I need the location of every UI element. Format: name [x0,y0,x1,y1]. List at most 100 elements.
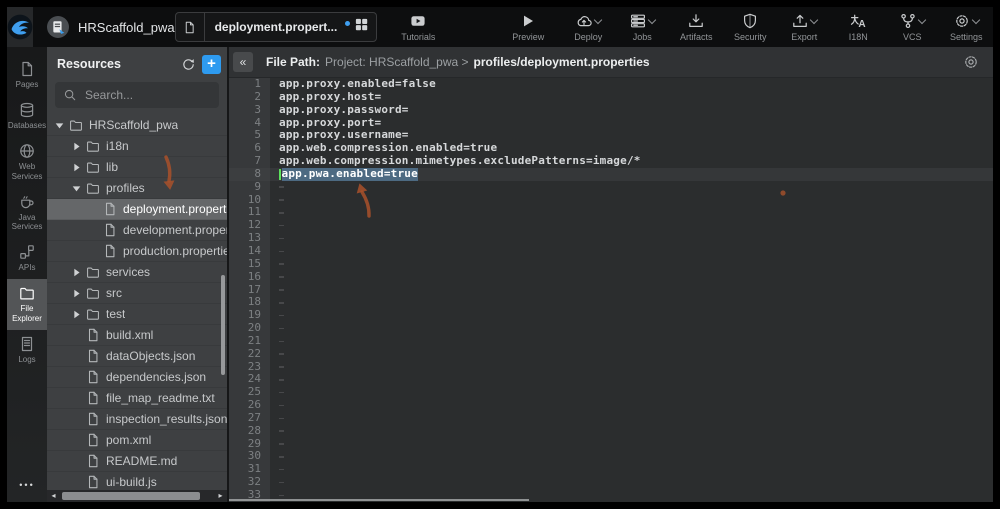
collapse-panel-button[interactable]: « [233,52,253,72]
sidebar-item-web-services[interactable]: Web Services [7,137,47,187]
code-line-19[interactable]: 19 [229,309,993,322]
topbar-artifacts-button[interactable]: Artifacts [669,7,723,47]
code-line-31[interactable]: 31 [229,463,993,476]
empty-line-mark [279,443,284,445]
code-line-2[interactable]: 2app.proxy.host= [229,91,993,104]
topbar-jobs-button[interactable]: Jobs [615,7,669,47]
tree-item-src[interactable]: src [47,283,227,304]
code-line-10[interactable]: 10 [229,194,993,207]
file-tree: HRScaffold_pwa i18n lib profilesdeployment.… [47,115,227,490]
tree-item-readme-md[interactable]: README.md [47,451,227,472]
code-line-27[interactable]: 27 [229,412,993,425]
tree-item-label: i18n [106,139,129,153]
editor-settings-gear-icon[interactable] [963,54,979,70]
code-line-9[interactable]: 9 [229,181,993,194]
refresh-icon[interactable] [181,57,196,72]
topbar-preview-button[interactable]: Preview [501,7,555,47]
tab-grid-icon[interactable] [354,17,369,37]
tree-horizontal-scrollbar[interactable]: ◂ ▸ [47,490,227,502]
scroll-right-icon[interactable]: ▸ [214,490,227,502]
code-line-17[interactable]: 17 [229,284,993,297]
code-line-29[interactable]: 29 [229,438,993,451]
topbar-tutorials-button[interactable]: Tutorials [391,7,445,47]
caret-down-icon[interactable] [55,120,68,130]
tree-item-profiles[interactable]: profiles [47,178,227,199]
empty-line-mark [279,482,284,484]
code-text [270,450,284,463]
caret-right-icon[interactable] [72,309,85,319]
topbar-deploy-button[interactable]: Deploy [561,7,615,47]
code-line-16[interactable]: 16 [229,271,993,284]
caret-right-icon[interactable] [72,162,85,172]
code-line-32[interactable]: 32 [229,476,993,489]
tree-item-dataobjects-json[interactable]: dataObjects.json [47,346,227,367]
code-line-18[interactable]: 18 [229,296,993,309]
wavemaker-logo-icon [7,14,33,40]
search-box[interactable] [55,82,219,108]
code-line-11[interactable]: 11 [229,206,993,219]
line-number: 6 [229,142,270,155]
code-editor[interactable]: 1app.proxy.enabled=false2app.proxy.host=… [229,78,993,502]
tree-item-deployment-properties[interactable]: deployment.properties [47,199,227,220]
sidebar-item-logs[interactable]: Logs [7,330,47,371]
sidebar-item-apis[interactable]: APIs [7,238,47,279]
open-file-tab[interactable]: deployment.propert... [175,12,378,42]
code-line-30[interactable]: 30 [229,450,993,463]
tree-item-label: lib [106,160,118,174]
caret-right-icon[interactable] [72,141,85,151]
tree-item-inspection-results-json[interactable]: inspection_results.json [47,409,227,430]
tree-item-ui-build-js[interactable]: ui-build.js [47,472,227,490]
scroll-left-icon[interactable]: ◂ [47,490,60,502]
code-line-1[interactable]: 1app.proxy.enabled=false [229,78,993,91]
code-line-15[interactable]: 15 [229,258,993,271]
caret-right-icon[interactable] [72,267,85,277]
tree-item-dependencies-json[interactable]: dependencies.json [47,367,227,388]
sidebar-item-pages[interactable]: Pages [7,55,47,96]
tree-vertical-scrollbar[interactable] [221,275,225,375]
topbar-i18n-button[interactable]: AI18N [831,7,885,47]
topbar-vcs-button[interactable]: VCS [885,7,939,47]
code-line-22[interactable]: 22 [229,348,993,361]
sidebar-item-databases[interactable]: Databases [7,96,47,137]
tree-item-build-xml[interactable]: build.xml [47,325,227,346]
add-resource-button[interactable]: + [202,55,221,74]
tree-item-file-map-readme-txt[interactable]: file_map_readme.txt [47,388,227,409]
code-line-20[interactable]: 20 [229,322,993,335]
topbar-settings-button[interactable]: Settings [939,7,993,47]
code-line-28[interactable]: 28 [229,425,993,438]
topbar-security-button[interactable]: Security [723,7,777,47]
tree-item-services[interactable]: services [47,262,227,283]
caret-right-icon[interactable] [72,288,85,298]
code-line-21[interactable]: 21 [229,335,993,348]
chevron-down-icon [648,15,656,23]
code-line-12[interactable]: 12 [229,219,993,232]
editor-horizontal-scrollbar[interactable] [229,499,529,501]
tree-item-hrscaffold-pwa[interactable]: HRScaffold_pwa [47,115,227,136]
app-logo[interactable] [7,7,33,47]
topbar-export-button[interactable]: Export [777,7,831,47]
empty-line-mark [279,379,284,381]
code-line-23[interactable]: 23 [229,361,993,374]
tree-item-production-properties[interactable]: production.properties [47,241,227,262]
code-line-13[interactable]: 13 [229,232,993,245]
code-line-25[interactable]: 25 [229,386,993,399]
search-input[interactable] [83,87,207,103]
tree-item-lib[interactable]: lib [47,157,227,178]
code-line-3[interactable]: 3app.proxy.password= [229,104,993,117]
code-line-14[interactable]: 14 [229,245,993,258]
caret-down-icon[interactable] [72,183,85,193]
file-path-value: profiles/deployment.properties [474,55,650,69]
rail-overflow-button[interactable]: ••• [19,480,34,490]
tree-item-development-properties[interactable]: development.properties [47,220,227,241]
code-line-26[interactable]: 26 [229,399,993,412]
tree-item-test[interactable]: test [47,304,227,325]
sidebar-item-file-explorer[interactable]: File Explorer [7,279,47,329]
code-line-7[interactable]: 7app.web.compression.mimetypes.excludePa… [229,155,993,168]
code-line-8[interactable]: 8app.pwa.enabled=true [229,168,993,181]
scrollbar-thumb[interactable] [62,492,200,500]
tree-item-i18n[interactable]: i18n [47,136,227,157]
tree-item-pom-xml[interactable]: pom.xml [47,430,227,451]
sidebar-item-java-services[interactable]: Java Services [7,188,47,238]
project-switcher[interactable]: HRScaffold_pwa [33,7,175,47]
code-line-24[interactable]: 24 [229,373,993,386]
